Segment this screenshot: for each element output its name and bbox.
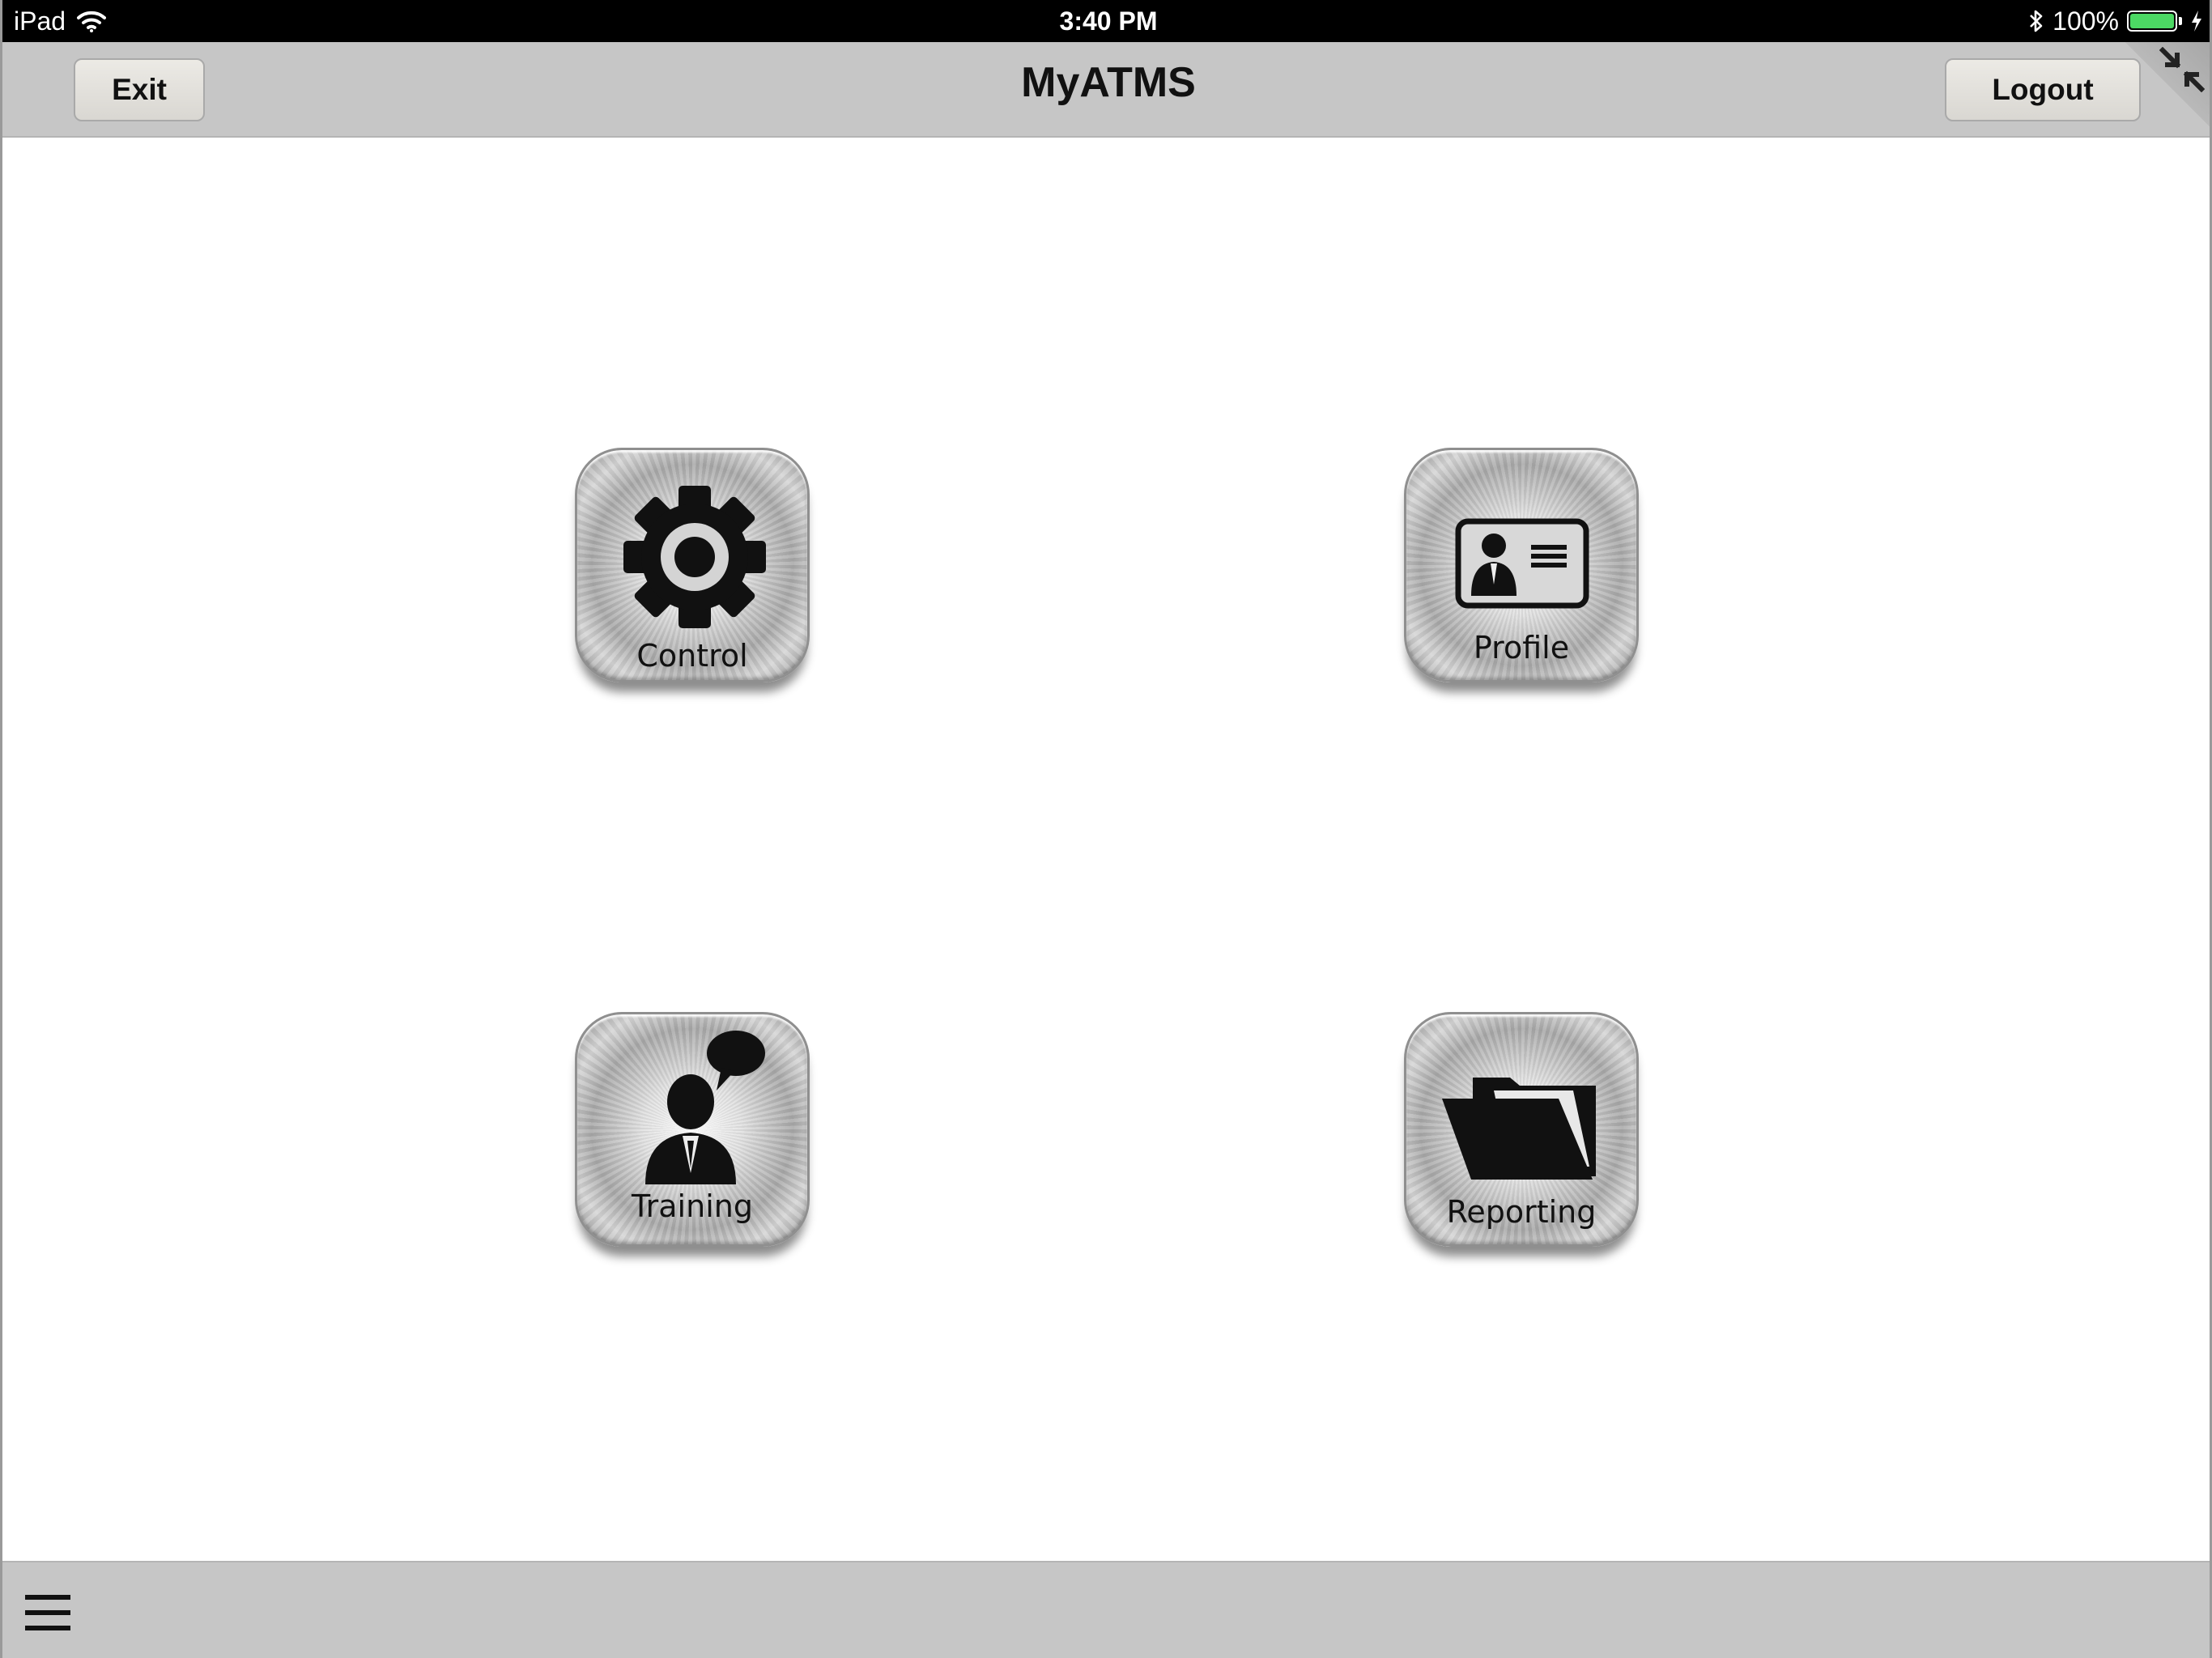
reporting-tile-button[interactable]: Reporting (1404, 1012, 1639, 1247)
battery-percent: 100% (2052, 6, 2119, 36)
battery-icon (2127, 11, 2177, 32)
page-title: MyATMS (1021, 59, 1196, 106)
status-bar: iPad 3:40 PM 100% (2, 0, 2210, 42)
hamburger-menu-icon[interactable] (25, 1592, 70, 1634)
tile-label-profile: Profile (1473, 630, 1570, 665)
training-tile-button[interactable]: Training (575, 1012, 810, 1247)
tile-label-control: Control (636, 638, 748, 674)
charging-bolt-icon (2192, 11, 2201, 32)
app-screen: iPad 3:40 PM 100% MyATMS Exit Logout Con… (0, 0, 2212, 1658)
wifi-icon (77, 11, 107, 32)
battery-level-fill (2130, 14, 2174, 28)
status-left: iPad (14, 0, 107, 42)
exit-button[interactable]: Exit (74, 58, 205, 121)
bottom-toolbar (2, 1561, 2210, 1658)
status-time: 3:40 PM (1059, 6, 1158, 36)
status-right: 100% (2028, 0, 2203, 42)
device-name: iPad (14, 6, 66, 36)
collapse-arrows-icon[interactable] (2159, 47, 2205, 92)
nav-bar: MyATMS Exit Logout (2, 42, 2210, 138)
tile-label-training: Training (632, 1188, 753, 1224)
bluetooth-icon (2030, 10, 2043, 32)
tile-label-reporting: Reporting (1446, 1194, 1597, 1230)
profile-tile-button[interactable]: Profile (1404, 448, 1639, 682)
battery-tip (2179, 17, 2182, 25)
logout-button[interactable]: Logout (1945, 58, 2141, 121)
control-tile-button[interactable]: Control (575, 448, 810, 682)
